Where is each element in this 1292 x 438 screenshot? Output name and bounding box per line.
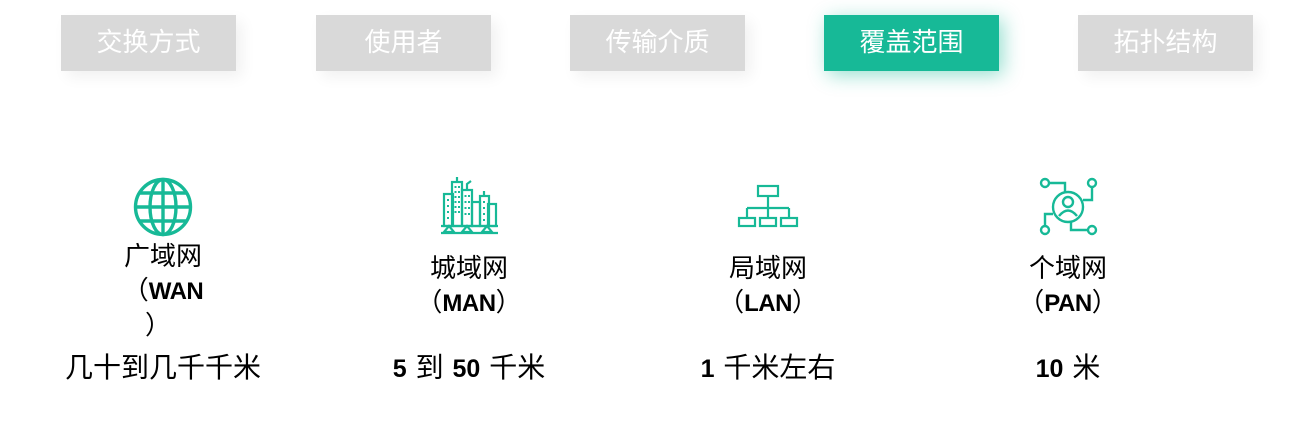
wan-abbr: WAN xyxy=(148,278,204,305)
pan-open-paren: （ xyxy=(1018,288,1045,318)
man-range-max: 50 xyxy=(452,355,481,383)
lan-range-unit: 千米左右 xyxy=(723,351,836,384)
pan-title: 个域网 （PAN） xyxy=(948,252,1188,321)
man-name: 城域网 xyxy=(429,254,508,284)
lan-close-paren: ） xyxy=(791,288,818,318)
lan-range-value: 1 xyxy=(700,355,715,383)
wan-column: 广域网 （WAN ） xyxy=(43,176,283,343)
pan-range: 10 米 xyxy=(938,348,1198,389)
lan-name: 局域网 xyxy=(728,254,807,284)
man-range-connector: 到 xyxy=(415,351,444,384)
pan-name: 个域网 xyxy=(1028,254,1107,284)
pan-abbr: PAN xyxy=(1044,290,1092,317)
man-range: 5 到 50 千米 xyxy=(339,348,599,389)
man-abbr: MAN xyxy=(442,290,496,317)
city-buildings-icon xyxy=(441,177,498,235)
man-column: 城域网 （MAN） xyxy=(349,176,589,321)
wan-name: 广域网 xyxy=(123,242,202,272)
pan-range-unit: 米 xyxy=(1072,351,1101,384)
lan-abbr: LAN xyxy=(744,290,792,317)
lan-column: 局域网 （LAN） xyxy=(648,176,888,321)
man-range-min: 5 xyxy=(392,355,407,383)
man-range-unit: 千米 xyxy=(489,351,546,384)
man-title: 城域网 （MAN） xyxy=(349,252,589,321)
wan-range-text: 几十到几千千米 xyxy=(64,351,261,384)
wan-close-paren: ） xyxy=(144,311,171,341)
lan-range: 1 千米左右 xyxy=(638,348,898,389)
network-hierarchy-icon xyxy=(737,184,799,228)
globe-icon xyxy=(133,177,193,237)
tab-transmission-medium[interactable]: 传输介质 xyxy=(570,15,745,71)
personal-network-icon xyxy=(1039,177,1098,236)
tab-coverage[interactable]: 覆盖范围 xyxy=(824,15,999,71)
pan-range-value: 10 xyxy=(1035,355,1064,383)
pan-close-paren: ） xyxy=(1091,288,1118,318)
man-open-paren: （ xyxy=(416,288,443,318)
wan-open-paren: （ xyxy=(122,276,149,306)
tab-topology[interactable]: 拓扑结构 xyxy=(1078,15,1253,71)
wan-title: 广域网 （WAN ） xyxy=(103,240,223,343)
man-close-paren: ） xyxy=(495,288,522,318)
wan-range: 几十到几千千米 xyxy=(33,348,293,388)
tab-users[interactable]: 使用者 xyxy=(316,15,491,71)
lan-title: 局域网 （LAN） xyxy=(648,252,888,321)
tab-switching-method[interactable]: 交换方式 xyxy=(61,15,236,71)
lan-open-paren: （ xyxy=(718,288,745,318)
pan-column: 个域网 （PAN） xyxy=(948,176,1188,321)
coverage-page: 交换方式 使用者 传输介质 覆盖范围 拓扑结构 广域网 （WAN ） 城域网 （… xyxy=(0,0,1292,438)
